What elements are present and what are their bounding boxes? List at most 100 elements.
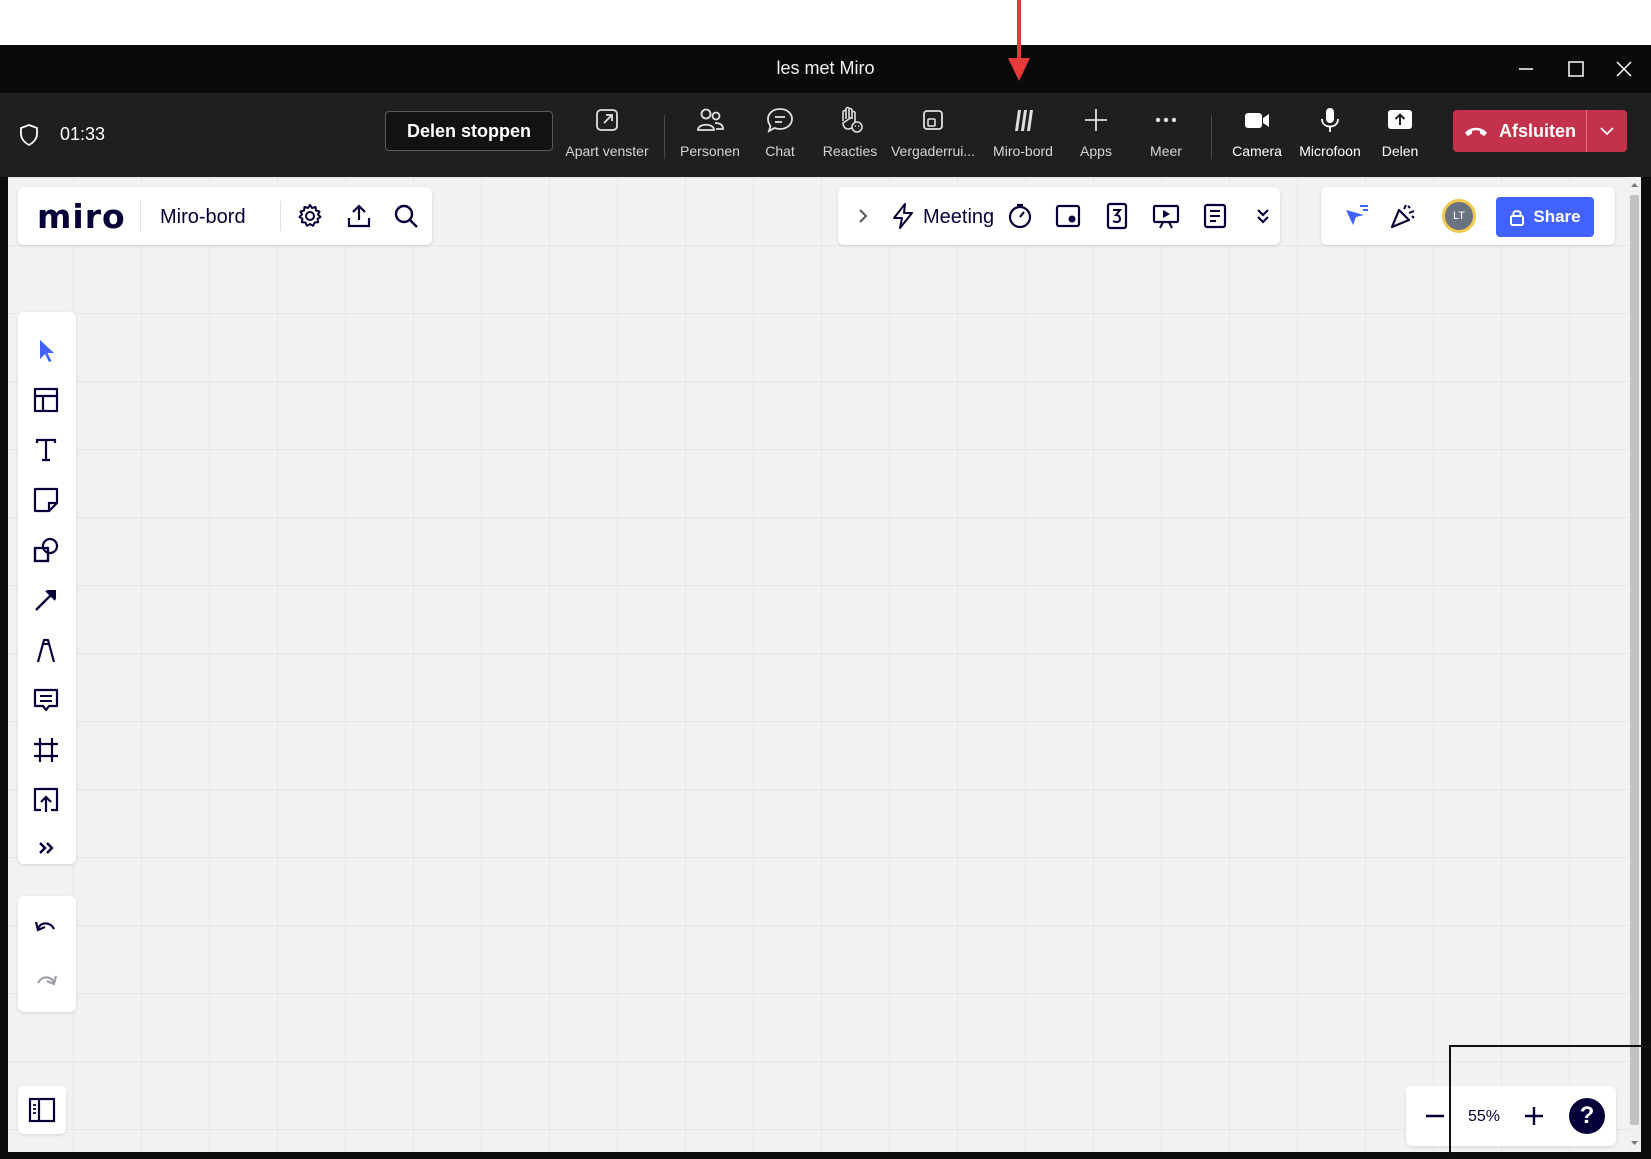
select-tool[interactable] bbox=[31, 335, 61, 365]
reactions-label: Reacties bbox=[822, 143, 878, 159]
timer-icon bbox=[1008, 203, 1032, 229]
voting-icon bbox=[1106, 202, 1128, 230]
camera-icon bbox=[1245, 113, 1269, 128]
share-screen-label: Delen bbox=[1381, 143, 1419, 159]
cursor-settings-button[interactable] bbox=[1341, 201, 1371, 231]
redo-icon bbox=[37, 975, 58, 986]
miro-logo[interactable]: miro bbox=[37, 197, 126, 236]
arrow-line-icon bbox=[35, 590, 56, 611]
search-button[interactable] bbox=[391, 201, 421, 231]
templates-icon bbox=[33, 387, 59, 413]
minimize-button[interactable] bbox=[1512, 55, 1540, 83]
text-tool[interactable] bbox=[31, 435, 61, 465]
pen-tool[interactable] bbox=[31, 635, 61, 665]
minimize-icon bbox=[1519, 68, 1533, 70]
frame-icon bbox=[34, 738, 58, 762]
connection-line-tool[interactable] bbox=[31, 585, 61, 615]
microphone-button[interactable]: Microfoon bbox=[1295, 103, 1365, 169]
popout-button[interactable]: Apart venster bbox=[561, 103, 653, 169]
share-screen-icon bbox=[1388, 110, 1412, 129]
chat-button[interactable]: Chat bbox=[754, 103, 806, 169]
camera-button[interactable]: Camera bbox=[1228, 103, 1286, 169]
maximize-button[interactable] bbox=[1562, 55, 1590, 83]
voting-button[interactable] bbox=[1102, 201, 1132, 231]
comment-icon bbox=[33, 688, 59, 712]
board-name[interactable]: Miro-bord bbox=[160, 206, 246, 229]
timer-button[interactable] bbox=[1005, 201, 1035, 231]
export-button[interactable] bbox=[344, 201, 374, 231]
popout-label: Apart venster bbox=[565, 143, 649, 159]
sidebar-toggle-panel bbox=[18, 1086, 66, 1134]
meeting-label[interactable]: Meeting bbox=[923, 206, 994, 229]
leave-options-dropdown[interactable] bbox=[1587, 110, 1627, 152]
hang-up-icon bbox=[1464, 127, 1487, 136]
video-chat-button[interactable] bbox=[1053, 201, 1083, 231]
meeting-toolbar: 01:33 Delen stoppen Apart venster Person… bbox=[0, 93, 1651, 177]
more-collab-tools-button[interactable] bbox=[1248, 201, 1278, 231]
leave-label: Afsluiten bbox=[1498, 120, 1576, 141]
templates-tool[interactable] bbox=[31, 385, 61, 415]
microphone-label: Microfoon bbox=[1299, 143, 1361, 159]
breakout-rooms-label: Vergaderrui... bbox=[890, 143, 976, 159]
reactions-button[interactable]: Reacties bbox=[814, 103, 886, 169]
share-button[interactable]: Share bbox=[1496, 197, 1594, 237]
toolbar-divider bbox=[1211, 115, 1212, 159]
shapes-icon bbox=[33, 537, 59, 563]
microphone-icon bbox=[1321, 108, 1339, 132]
lock-icon bbox=[1510, 210, 1525, 226]
undo-button[interactable] bbox=[31, 912, 61, 942]
people-button[interactable]: Personen bbox=[672, 103, 748, 169]
more-button[interactable]: Meer bbox=[1143, 103, 1189, 169]
expand-panel-button[interactable] bbox=[848, 201, 878, 231]
history-panel bbox=[18, 896, 76, 1012]
sticky-note-icon bbox=[33, 487, 59, 513]
reactions-celebrate-button[interactable] bbox=[1388, 201, 1418, 231]
chevron-right-icon bbox=[859, 209, 868, 223]
more-tools-button[interactable] bbox=[31, 833, 61, 863]
annotation-arrow-icon bbox=[1008, 0, 1030, 81]
avatar[interactable]: LT bbox=[1442, 199, 1476, 233]
title-bar: les met Miro bbox=[0, 45, 1651, 93]
video-icon bbox=[1055, 204, 1081, 228]
miro-icon bbox=[1015, 110, 1033, 131]
notes-icon bbox=[1203, 203, 1227, 229]
apps-button[interactable]: Apps bbox=[1073, 103, 1119, 169]
sidebar-toggle-button[interactable] bbox=[27, 1095, 57, 1125]
apps-label: Apps bbox=[1080, 143, 1112, 159]
close-button[interactable] bbox=[1610, 55, 1638, 83]
redo-button[interactable] bbox=[31, 966, 61, 996]
miro-board-button[interactable]: Miro-bord bbox=[986, 103, 1060, 169]
share-screen-button[interactable]: Delen bbox=[1375, 103, 1425, 169]
upload-file-icon bbox=[33, 787, 59, 812]
miro-board-canvas[interactable]: miro Miro-bord Meeting LT Share 55% ? bbox=[8, 177, 1628, 1152]
close-icon bbox=[1616, 61, 1632, 77]
sticky-note-tool[interactable] bbox=[31, 485, 61, 515]
creation-toolbar bbox=[18, 312, 76, 864]
vertical-scrollbar[interactable] bbox=[1628, 177, 1641, 1152]
raise-hand-icon bbox=[842, 106, 863, 133]
shapes-tool[interactable] bbox=[31, 535, 61, 565]
comment-tool[interactable] bbox=[31, 685, 61, 715]
search-icon bbox=[394, 204, 418, 228]
chat-icon bbox=[767, 108, 793, 133]
board-settings-button[interactable] bbox=[295, 201, 325, 231]
popout-icon bbox=[596, 109, 618, 131]
notes-button[interactable] bbox=[1200, 201, 1230, 231]
text-icon bbox=[35, 438, 57, 462]
annotation-box bbox=[1449, 1045, 1651, 1155]
upload-tool[interactable] bbox=[31, 785, 61, 815]
share-label: Share bbox=[1533, 207, 1581, 226]
rooms-icon bbox=[923, 110, 943, 130]
zoom-out-button[interactable] bbox=[1420, 1101, 1450, 1131]
scrollbar-thumb[interactable] bbox=[1630, 195, 1639, 1125]
people-icon bbox=[697, 108, 724, 131]
leave-button[interactable]: Afsluiten bbox=[1453, 110, 1586, 152]
meeting-timer: 01:33 bbox=[60, 124, 106, 144]
share-panel: LT Share bbox=[1321, 187, 1615, 245]
breakout-rooms-button[interactable]: Vergaderrui... bbox=[889, 103, 977, 169]
stop-sharing-button[interactable]: Delen stoppen bbox=[385, 111, 553, 151]
meeting-button[interactable] bbox=[888, 201, 918, 231]
gear-icon bbox=[298, 204, 322, 227]
presentation-button[interactable] bbox=[1151, 201, 1181, 231]
frame-tool[interactable] bbox=[31, 735, 61, 765]
